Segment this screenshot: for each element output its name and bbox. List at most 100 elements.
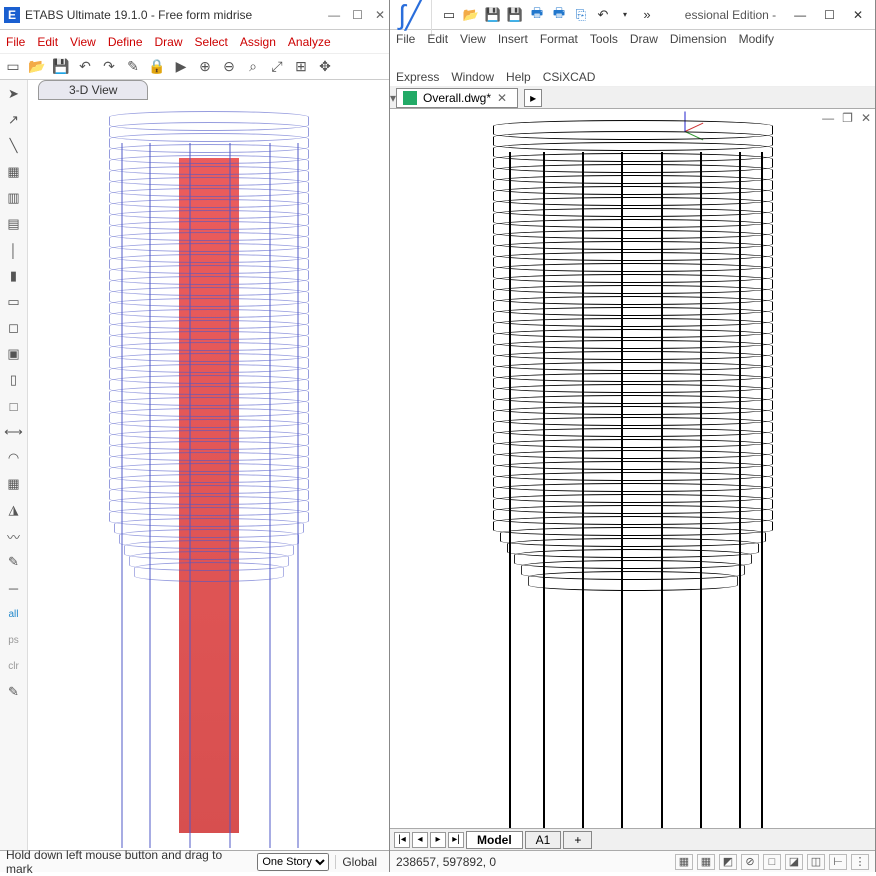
dyn-icon[interactable]: ⋮ <box>851 854 869 870</box>
intersecting-line-icon[interactable]: ▤ <box>4 214 24 234</box>
layout-next-icon[interactable]: ▸ <box>430 832 446 848</box>
menu-csixcad[interactable]: CSiXCAD <box>543 70 596 84</box>
close-tab-icon[interactable]: ✕ <box>497 91 507 105</box>
draw-wall-icon[interactable]: ▭ <box>4 292 24 312</box>
menu-format[interactable]: Format <box>540 32 578 46</box>
menu-draw[interactable]: Draw <box>630 32 658 46</box>
lineweight-icon[interactable]: ◫ <box>807 854 825 870</box>
menu-analyze[interactable]: Analyze <box>288 35 331 49</box>
doc-tab-overall[interactable]: Overall.dwg* ✕ <box>396 88 518 108</box>
close-button[interactable]: ✕ <box>853 8 863 22</box>
mdi-restore-icon[interactable]: ❐ <box>842 111 853 125</box>
run-analysis-icon[interactable]: ▶ <box>172 58 190 76</box>
qa-open-icon[interactable]: 📂 <box>462 6 480 24</box>
polar-icon[interactable]: ⊘ <box>741 854 759 870</box>
qa-print-icon[interactable]: 🖶 <box>528 6 546 24</box>
lock-icon[interactable]: 🔒 <box>148 58 166 76</box>
grid-display-icon[interactable]: ▦ <box>697 854 715 870</box>
new-file-icon[interactable]: ▭ <box>4 58 22 76</box>
qa-new-icon[interactable]: ▭ <box>440 6 458 24</box>
snap-grid-icon[interactable]: ▦ <box>675 854 693 870</box>
menu-dimension[interactable]: Dimension <box>670 32 727 46</box>
mdi-close-icon[interactable]: ✕ <box>861 111 871 125</box>
qa-print-preview-icon[interactable]: 🖶 <box>550 6 568 24</box>
quick-draw-icon[interactable]: ▣ <box>4 344 24 364</box>
all-icon[interactable]: all <box>4 604 24 624</box>
draw-floor-icon[interactable]: ◻ <box>4 318 24 338</box>
layout-tab-a1[interactable]: A1 <box>525 831 562 849</box>
menu-view[interactable]: View <box>70 35 96 49</box>
bricscad-viewport[interactable]: — ❐ ✕ <box>390 109 875 828</box>
menu-modify[interactable]: Modify <box>739 32 774 46</box>
etabs-viewport[interactable]: 3-D View /*floors drawn below by JS*/ <box>28 80 389 850</box>
zoom-in-icon[interactable]: ⊕ <box>196 58 214 76</box>
menu-edit[interactable]: Edit <box>427 32 448 46</box>
polygon-select-icon[interactable]: ▥ <box>4 188 24 208</box>
extrude-icon[interactable]: ◮ <box>4 500 24 520</box>
mdi-minimize-icon[interactable]: — <box>822 111 834 125</box>
layout-last-icon[interactable]: ▸| <box>448 832 464 848</box>
pointer-icon[interactable]: ➤ <box>4 84 24 104</box>
minimize-button[interactable]: — <box>328 8 340 22</box>
undo-icon[interactable]: ↶ <box>76 58 94 76</box>
qa-saveall-icon[interactable]: 💾 <box>506 6 524 24</box>
zoom-window-icon[interactable]: ⊞ <box>292 58 310 76</box>
new-tab-button[interactable]: ▸ <box>524 89 542 107</box>
dimension-icon[interactable]: ⟷ <box>4 422 24 442</box>
draw-joint-icon[interactable]: □ <box>4 396 24 416</box>
view-tab-3d[interactable]: 3-D View <box>38 80 148 100</box>
clr-icon[interactable]: clr <box>4 656 24 676</box>
qa-more-icon[interactable]: » <box>638 6 656 24</box>
menu-help[interactable]: Help <box>506 70 531 84</box>
layout-prev-icon[interactable]: ◂ <box>412 832 428 848</box>
line-icon[interactable]: ╲ <box>4 136 24 156</box>
layout-tab-add[interactable]: + <box>563 831 592 849</box>
menu-file[interactable]: File <box>6 35 25 49</box>
menu-insert[interactable]: Insert <box>498 32 528 46</box>
draw-brace-icon[interactable]: ▯ <box>4 370 24 390</box>
pencil-icon[interactable]: ✎ <box>124 58 142 76</box>
qa-save-icon[interactable]: 💾 <box>484 6 502 24</box>
maximize-button[interactable]: ☐ <box>352 8 363 22</box>
layout-first-icon[interactable]: |◂ <box>394 832 410 848</box>
qa-undo-icon[interactable]: ↶ <box>594 6 612 24</box>
qa-redo-icon[interactable]: ▾ <box>616 6 634 24</box>
grid-icon[interactable]: ▦ <box>4 474 24 494</box>
draw-column-icon[interactable]: ▮ <box>4 266 24 286</box>
arc-icon[interactable]: ◠ <box>4 448 24 468</box>
layout-tab-model[interactable]: Model <box>466 831 523 849</box>
menu-define[interactable]: Define <box>108 35 143 49</box>
zoom-fit-icon[interactable]: ⌕ <box>244 58 262 76</box>
menu-select[interactable]: Select <box>195 35 228 49</box>
redo-icon[interactable]: ↷ <box>100 58 118 76</box>
menu-express[interactable]: Express <box>396 70 439 84</box>
close-button[interactable]: ✕ <box>375 8 385 22</box>
menu-window[interactable]: Window <box>451 70 494 84</box>
zoom-extents-icon[interactable]: ⤢ <box>268 58 286 76</box>
wave-icon[interactable]: 〰 <box>4 526 24 546</box>
rectangle-select-icon[interactable]: ▦ <box>4 162 24 182</box>
open-file-icon[interactable]: 📂 <box>28 58 46 76</box>
edit-icon[interactable]: ✎ <box>4 552 24 572</box>
maximize-button[interactable]: ☐ <box>824 8 835 22</box>
menu-file[interactable]: File <box>396 32 415 46</box>
pan-icon[interactable]: ✥ <box>316 58 334 76</box>
story-select[interactable]: One Story <box>257 853 329 871</box>
menu-edit[interactable]: Edit <box>37 35 58 49</box>
save-icon[interactable]: 💾 <box>52 58 70 76</box>
menu-tools[interactable]: Tools <box>590 32 618 46</box>
menu-view[interactable]: View <box>460 32 486 46</box>
minimize-button[interactable]: — <box>794 8 806 22</box>
draw-beam-icon[interactable]: │ <box>4 240 24 260</box>
reshape-icon[interactable]: ↗ <box>4 110 24 130</box>
ortho-icon[interactable]: ◩ <box>719 854 737 870</box>
osnap-icon[interactable]: □ <box>763 854 781 870</box>
ps-icon[interactable]: ps <box>4 630 24 650</box>
otrack-icon[interactable]: ◪ <box>785 854 803 870</box>
ducs-icon[interactable]: ⊢ <box>829 854 847 870</box>
qa-publish-icon[interactable]: ⎘ <box>572 6 590 24</box>
zoom-out-icon[interactable]: ⊖ <box>220 58 238 76</box>
menu-assign[interactable]: Assign <box>240 35 276 49</box>
menu-draw[interactable]: Draw <box>155 35 183 49</box>
coord-mode[interactable]: Global <box>335 855 383 869</box>
